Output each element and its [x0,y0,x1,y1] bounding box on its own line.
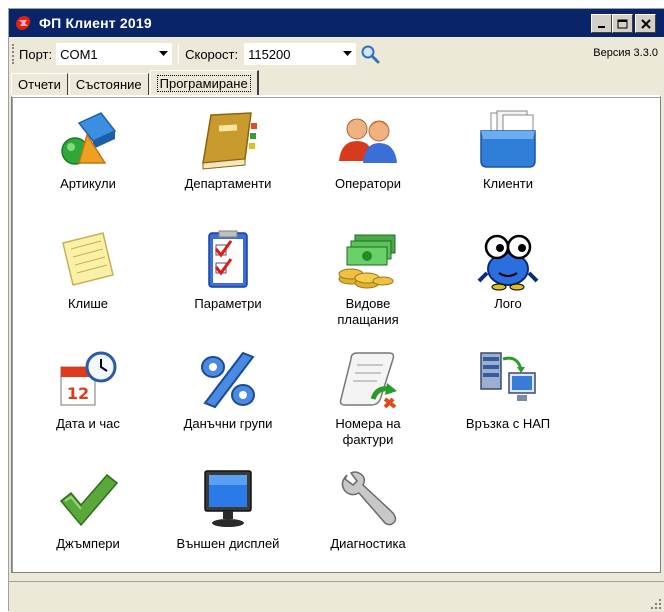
nap-connection-item[interactable]: Връзка с НАП [438,349,578,432]
search-icon[interactable] [360,44,380,64]
payment-types-item[interactable]: Видове плащания [298,229,438,328]
server-monitor-icon [480,352,536,401]
external-display-item[interactable]: Външен дисплей [158,469,298,552]
maximize-icon [617,19,628,28]
departments-item[interactable]: Департаменти [158,109,298,192]
item-label: Клише [67,296,109,311]
tab-strip: Отчети Състояние Програмиране [11,70,260,95]
minimize-icon [597,25,605,28]
connection-toolbar: Порт: COM1 Скорост: 115200 Версия 3.3.0 [9,39,664,69]
folder-files-icon [480,110,536,168]
diagnostics-item[interactable]: Диагностика [298,469,438,552]
checkmark-icon [59,473,119,527]
item-label: Номера на фактури [335,416,401,447]
close-icon [640,18,651,29]
speed-select[interactable]: 115200 [244,43,357,65]
logo-item[interactable]: Лого [438,229,578,312]
users-icon [339,118,397,163]
item-label: Артикули [60,176,116,191]
programming-panel: Артикули Департаменти Оператори Клиенти … [11,95,661,573]
title-bar[interactable]: ФП Клиент 2019 [9,9,664,37]
date-time-item[interactable]: 12 Дата и час [18,349,158,432]
money-icon [338,234,396,289]
tax-groups-item[interactable]: Данъчни групи [158,349,298,432]
mascot-icon [477,234,539,291]
item-label: Диагностика [330,536,406,551]
item-label: Външен дисплей [176,536,280,551]
invoice-numbers-item[interactable]: Номера на фактури [298,349,438,448]
parameters-item[interactable]: Параметри [158,229,298,312]
articles-item[interactable]: Артикули [18,109,158,192]
tab-programming[interactable]: Програмиране [149,70,259,95]
clients-item[interactable]: Клиенти [438,109,578,192]
resize-grip-icon[interactable] [650,598,662,610]
app-logo-icon [16,16,31,30]
tab-status[interactable]: Състояние [68,73,149,95]
status-bar [9,581,664,612]
wrench-icon [341,471,397,526]
maximize-button[interactable] [612,14,633,33]
tab-reports[interactable]: Отчети [11,73,68,95]
speed-dropdown-button[interactable] [338,43,357,65]
item-label: Данъчни групи [183,416,273,431]
item-label: Лого [494,296,522,311]
notepad-icon [62,232,114,286]
tab-label: Програмиране [156,74,251,92]
port-dropdown-button[interactable] [154,43,173,65]
port-value: COM1 [60,46,98,62]
calendar-clock-icon: 12 [60,351,117,406]
close-button[interactable] [635,14,656,33]
scroll-icon [339,352,397,409]
operators-item[interactable]: Оператори [298,109,438,192]
toolbar-separator [178,44,180,64]
speed-value: 115200 [248,46,291,62]
toolbar-grip[interactable] [12,44,15,64]
item-label: Оператори [334,176,402,191]
item-label: Джъмпери [56,536,120,551]
percent-icon [201,351,255,409]
port-label: Порт: [19,46,53,62]
app-window: ФП Клиент 2019 Порт: COM1 Скорост: 11520… [8,8,664,612]
minimize-button[interactable] [591,14,612,33]
tab-label: Състояние [75,77,142,92]
item-label: Видове плащания [337,296,399,327]
item-label: Параметри [194,296,262,311]
checklist-icon [208,230,248,288]
port-select[interactable]: COM1 [56,43,173,65]
tab-label: Отчети [18,77,61,92]
monitor-icon [204,470,252,527]
item-label: Дата и час [56,416,120,431]
version-label: Версия 3.3.0 [593,47,658,59]
item-label: Департаменти [184,176,272,191]
chevron-down-icon [158,51,168,56]
item-label: Клиенти [482,176,534,191]
jumpers-item[interactable]: Джъмпери [18,469,158,552]
shapes-icon [61,112,117,165]
header-lines-item[interactable]: Клише [18,229,158,312]
window-title: ФП Клиент 2019 [39,15,152,31]
item-label: Връзка с НАП [465,416,551,431]
chevron-down-icon [342,51,352,56]
book-icon [202,112,257,170]
speed-label: Скорост: [185,46,239,62]
svg-text:12: 12 [67,384,89,403]
